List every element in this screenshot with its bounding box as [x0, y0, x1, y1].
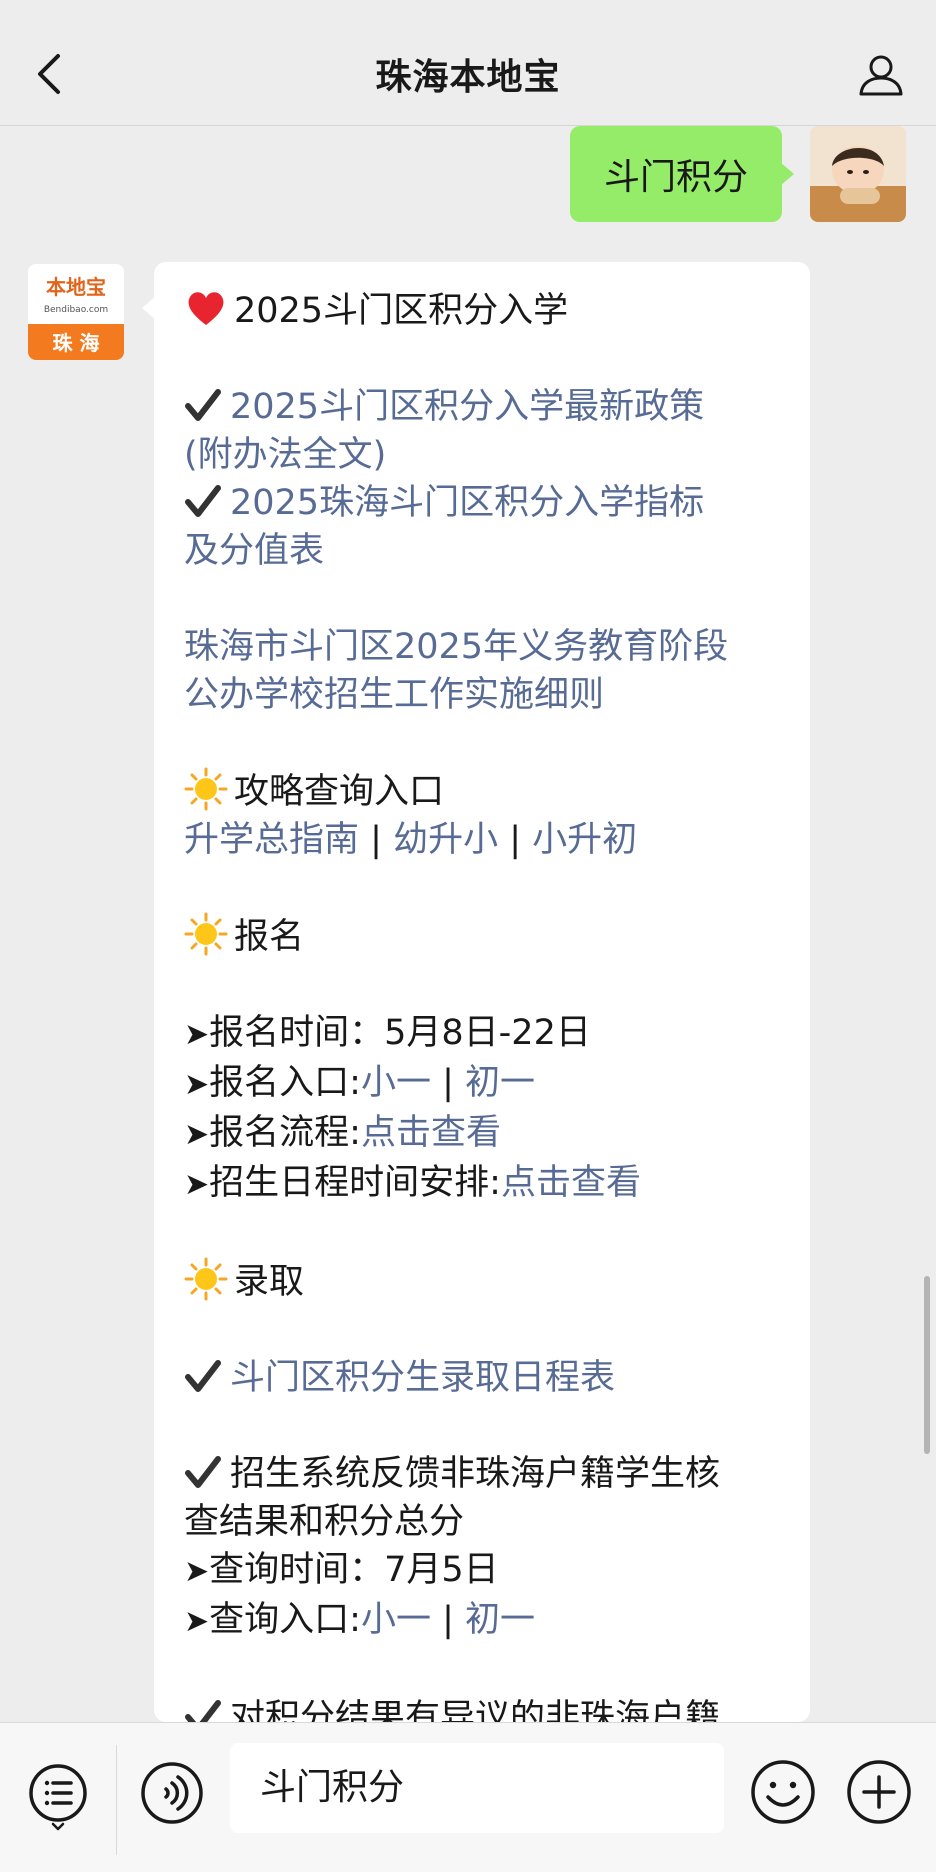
arrow-icon: ➤ [184, 1017, 210, 1052]
section-signup: 报名 [184, 912, 782, 961]
guide-links-line: 升学总指南 | 幼升小 | 小升初 [184, 816, 782, 864]
sun-icon [184, 767, 228, 811]
arrow-icon: ➤ [184, 1604, 210, 1639]
checkmark-icon [185, 389, 221, 421]
query-grade7-link[interactable]: 初一 [465, 1600, 535, 1640]
voice-icon[interactable] [140, 1761, 204, 1825]
signup-process-link[interactable]: 点击查看 [361, 1113, 501, 1153]
index-link[interactable]: 2025珠海斗门区积分入学指标 [230, 483, 704, 523]
rules-link-cont[interactable]: 公办学校招生工作实施细则 [184, 671, 782, 719]
query-entry-label: 查询入口: [209, 1600, 361, 1640]
rules-link[interactable]: 珠海市斗门区2025年义务教育阶段 [184, 623, 782, 671]
grade1-link[interactable]: 小一 [361, 1063, 431, 1103]
query-entry-line: ➤查询入口:小一 | 初一 [184, 1596, 782, 1646]
feedback-line: 招生系统反馈非珠海户籍学生核 [184, 1450, 782, 1498]
policy-link-cont[interactable]: (附办法全文) [184, 431, 782, 479]
section-admission: 录取 [184, 1257, 782, 1306]
emoji-icon[interactable] [750, 1759, 816, 1825]
heading-line: 2025斗门区积分入学 [184, 286, 782, 335]
signup-process-label: 报名流程: [209, 1113, 361, 1153]
svg-text:珠 海: 珠 海 [53, 331, 100, 355]
grade7-link[interactable]: 初一 [465, 1063, 535, 1103]
svg-text:Bendibao.com: Bendibao.com [44, 305, 108, 315]
user-photo-icon [810, 126, 906, 222]
heart-icon [188, 292, 224, 325]
official-account-avatar[interactable]: 本地宝 Bendibao.com 珠 海 [28, 264, 124, 360]
outgoing-bubble-tail [780, 162, 794, 186]
profile-icon[interactable] [856, 50, 906, 100]
separator: | [430, 1063, 465, 1103]
input-toolbar: 斗门积分 [0, 1722, 936, 1872]
nav-header: 珠海本地宝 [0, 0, 936, 126]
signup-time-line: ➤报名时间：5月8日-22日 [184, 1009, 782, 1059]
schedule-line: ➤招生日程时间安排:点击查看 [184, 1159, 782, 1209]
separator: | [430, 1600, 465, 1640]
sun-icon [184, 1257, 228, 1301]
admission-schedule-link[interactable]: 斗门区积分生录取日程表 [230, 1358, 615, 1398]
scrollbar[interactable] [924, 1276, 930, 1454]
sun-icon [184, 912, 228, 956]
arrow-icon: ➤ [184, 1117, 210, 1152]
message-input[interactable]: 斗门积分 [230, 1743, 724, 1833]
arrow-icon: ➤ [184, 1167, 210, 1202]
query-grade1-link[interactable]: 小一 [361, 1600, 431, 1640]
feedback-text: 招生系统反馈非珠海户籍学生核 [230, 1454, 721, 1494]
svg-text:本地宝: 本地宝 [46, 275, 106, 299]
toolbar-divider [116, 1745, 117, 1855]
signup-entry-label: 报名入口: [209, 1063, 361, 1103]
section-signup-title: 报名 [234, 917, 305, 957]
objection-text: 对积分结果有异议的非珠海户籍 [230, 1698, 721, 1722]
outgoing-message-row: 斗门积分 [0, 126, 936, 236]
checkmark-icon [185, 485, 221, 517]
bendibao-logo-icon: 本地宝 Bendibao.com 珠 海 [28, 264, 124, 360]
schedule-link[interactable]: 点击查看 [501, 1163, 641, 1203]
incoming-message-bubble: 2025斗门区积分入学 2025斗门区积分入学最新政策 (附办法全文) 2025… [154, 262, 810, 1722]
section-guide-title: 攻略查询入口 [234, 772, 445, 812]
arrow-icon: ➤ [184, 1554, 210, 1589]
feedback-text-cont: 查结果和积分总分 [184, 1502, 465, 1542]
plus-icon[interactable] [846, 1759, 912, 1825]
junior-entry-link[interactable]: 小升初 [532, 820, 637, 860]
checkmark-icon [185, 1700, 221, 1722]
signup-process-line: ➤报名流程:点击查看 [184, 1109, 782, 1159]
guide-link[interactable]: 升学总指南 [184, 820, 359, 860]
index-link-cont[interactable]: 及分值表 [184, 527, 782, 575]
query-time-line: ➤查询时间：7月5日 [184, 1546, 782, 1596]
objection-line: 对积分结果有异议的非珠海户籍 [184, 1694, 782, 1722]
separator: | [359, 820, 394, 860]
policy-link[interactable]: 2025斗门区积分入学最新政策 [230, 387, 704, 427]
menu-list-icon[interactable] [26, 1761, 90, 1831]
heading-text: 2025斗门区积分入学 [234, 291, 569, 331]
link-line-index[interactable]: 2025珠海斗门区积分入学指标 [184, 479, 782, 527]
section-admission-title: 录取 [234, 1262, 305, 1302]
query-time-text: 查询时间：7月5日 [209, 1550, 499, 1590]
signup-time-text: 报名时间：5月8日-22日 [209, 1013, 591, 1053]
outgoing-message-text: 斗门积分 [603, 157, 748, 198]
separator: | [498, 820, 533, 860]
section-guide: 攻略查询入口 [184, 767, 782, 816]
checkmark-icon [185, 1456, 221, 1488]
outgoing-message-bubble[interactable]: 斗门积分 [569, 126, 782, 222]
primary-entry-link[interactable]: 幼升小 [393, 820, 498, 860]
admission-schedule-line[interactable]: 斗门区积分生录取日程表 [184, 1354, 782, 1402]
user-avatar[interactable] [810, 126, 906, 222]
arrow-icon: ➤ [184, 1067, 210, 1102]
link-line-policy[interactable]: 2025斗门区积分入学最新政策 [184, 383, 782, 431]
signup-entry-line: ➤报名入口:小一 | 初一 [184, 1059, 782, 1109]
chat-title: 珠海本地宝 [375, 57, 561, 98]
checkmark-icon [185, 1360, 221, 1392]
schedule-label: 招生日程时间安排: [209, 1163, 501, 1203]
